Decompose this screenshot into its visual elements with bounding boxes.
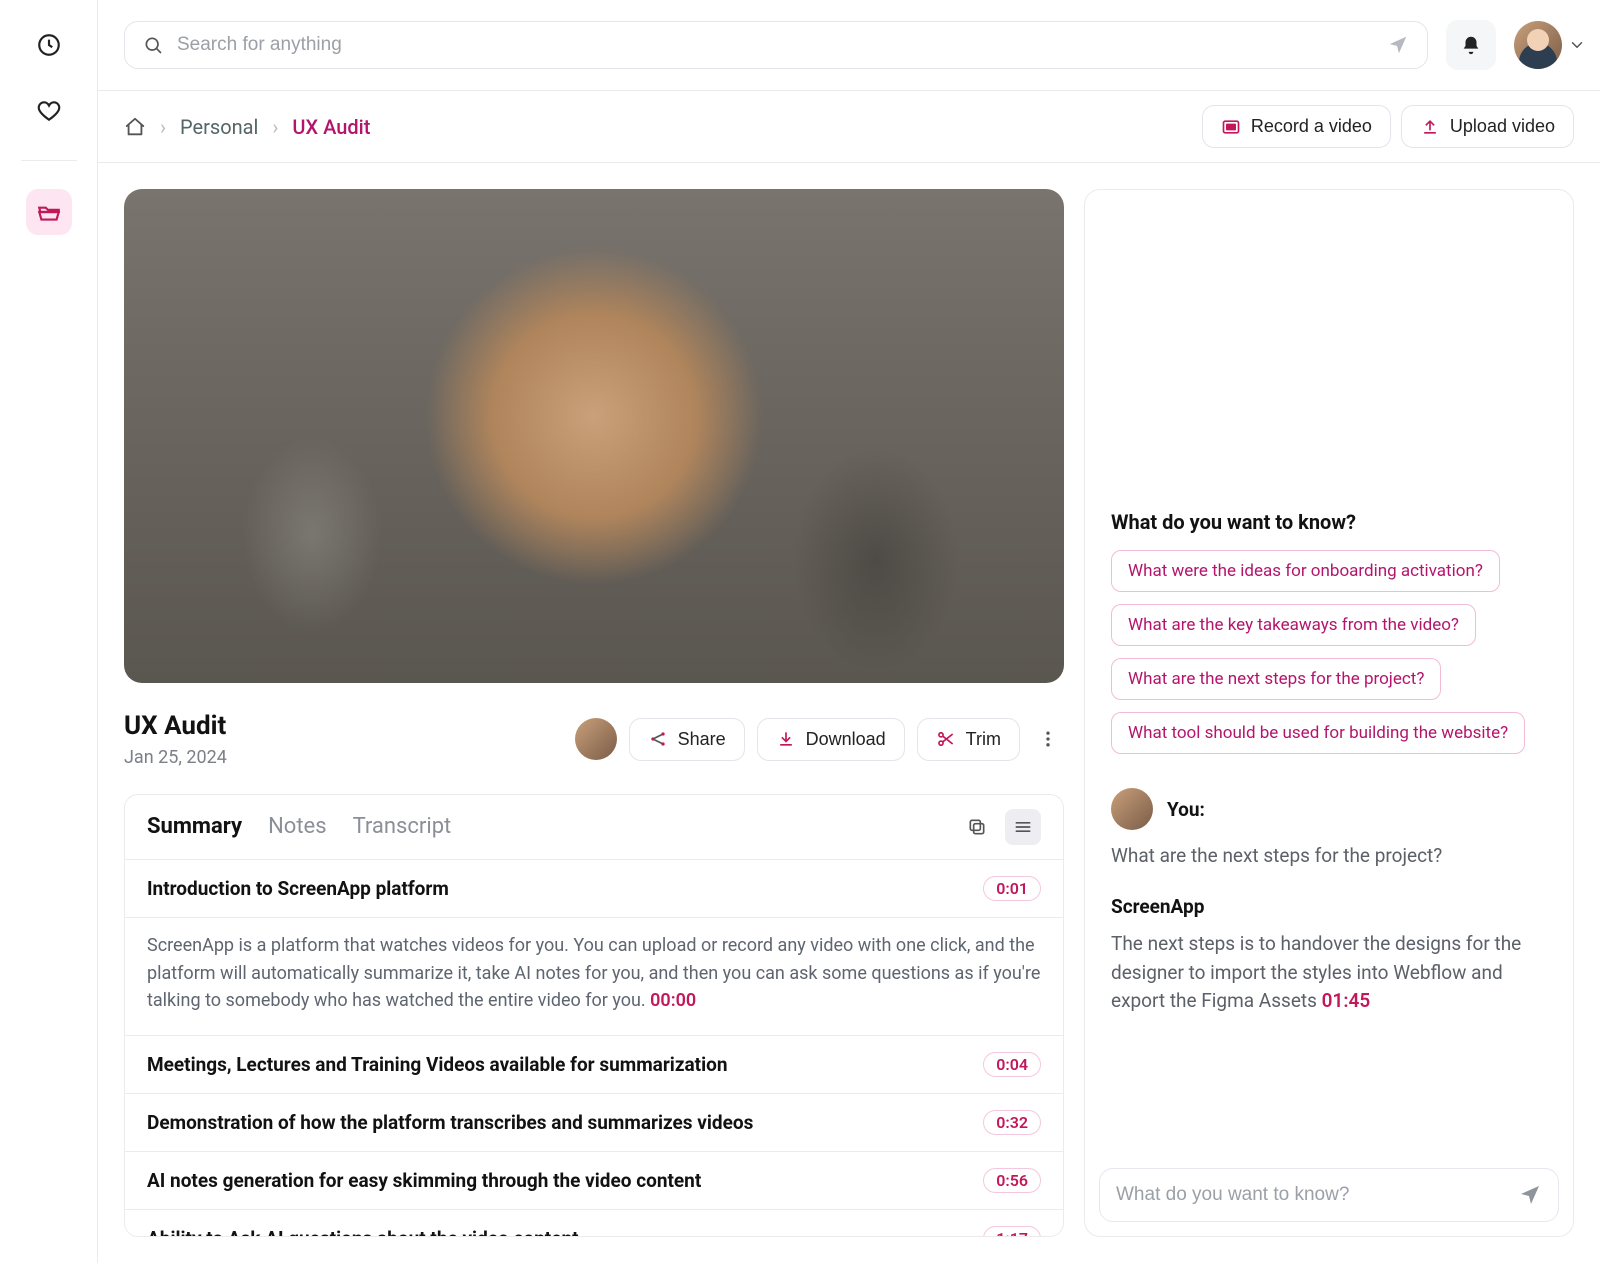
chevron-right-icon: › [272, 115, 278, 139]
notifications-button[interactable] [1446, 20, 1496, 70]
tab-transcript[interactable]: Transcript [353, 814, 452, 839]
send-icon[interactable] [1518, 1183, 1542, 1207]
breadcrumb: › Personal › UX Audit [124, 115, 370, 139]
details-card: Summary Notes Transcript [124, 794, 1064, 1237]
upload-video-button[interactable]: Upload video [1401, 105, 1574, 148]
summary-item[interactable]: Introduction to ScreenApp platform 0:01 [125, 860, 1063, 918]
summary-item-title: AI notes generation for easy skimming th… [147, 1169, 701, 1192]
summary-timestamp[interactable]: 0:04 [983, 1052, 1041, 1077]
summary-timestamp[interactable]: 1:17 [983, 1226, 1041, 1237]
breadcrumb-bar: › Personal › UX Audit Record a video Upl… [98, 91, 1600, 163]
chat-prompt-title: What do you want to know? [1111, 510, 1547, 534]
summary-timestamp[interactable]: 0:32 [983, 1110, 1041, 1135]
chat-assistant-name: ScreenApp [1111, 895, 1547, 918]
summary-item[interactable]: Demonstration of how the platform transc… [125, 1094, 1063, 1152]
scissors-icon [936, 729, 956, 749]
summary-body-timestamp[interactable]: 00:00 [650, 990, 696, 1011]
chat-suggestion[interactable]: What are the next steps for the project? [1111, 658, 1441, 700]
send-search-icon[interactable] [1387, 34, 1409, 56]
summary-item[interactable]: Meetings, Lectures and Training Videos a… [125, 1036, 1063, 1094]
user-menu[interactable] [1514, 21, 1586, 69]
chevron-right-icon: › [160, 115, 166, 139]
list-icon [1013, 817, 1033, 837]
share-label: Share [678, 729, 726, 750]
summary-item-title: Meetings, Lectures and Training Videos a… [147, 1053, 728, 1076]
more-options-button[interactable] [1032, 729, 1064, 749]
download-label: Download [806, 729, 886, 750]
summary-item-title: Ability to Ask AI questions about the vi… [147, 1227, 579, 1237]
download-icon [776, 729, 796, 749]
chevron-down-icon [1568, 36, 1586, 54]
chat-input[interactable] [1099, 1168, 1559, 1222]
chat-suggestion[interactable]: What are the key takeaways from the vide… [1111, 604, 1476, 646]
nav-library[interactable] [26, 189, 72, 235]
chat-suggestion[interactable]: What were the ideas for onboarding activ… [1111, 550, 1500, 592]
search-input[interactable] [177, 34, 1373, 56]
summary-item[interactable]: AI notes generation for easy skimming th… [125, 1152, 1063, 1210]
tab-summary[interactable]: Summary [147, 814, 242, 839]
home-icon[interactable] [124, 116, 146, 138]
summary-item-title: Introduction to ScreenApp platform [147, 877, 449, 900]
left-rail [0, 0, 98, 1263]
chat-user-avatar [1111, 788, 1153, 830]
video-date: Jan 25, 2024 [124, 747, 227, 768]
chat-user-message: What are the next steps for the project? [1111, 844, 1547, 867]
summary-item[interactable]: Ability to Ask AI questions about the vi… [125, 1210, 1063, 1237]
upload-video-label: Upload video [1450, 116, 1555, 137]
owner-avatar[interactable] [575, 718, 617, 760]
chat-assistant-text: The next steps is to handover the design… [1111, 932, 1521, 1012]
breadcrumb-personal[interactable]: Personal [180, 115, 258, 139]
tab-notes[interactable]: Notes [268, 814, 326, 839]
record-icon [1221, 117, 1241, 137]
chat-input-field[interactable] [1116, 1184, 1506, 1206]
summary-item-title: Demonstration of how the platform transc… [147, 1111, 753, 1134]
record-video-label: Record a video [1251, 116, 1372, 137]
share-icon [648, 729, 668, 749]
video-player[interactable] [124, 189, 1064, 683]
breadcrumb-current: UX Audit [292, 115, 370, 139]
chat-suggestion[interactable]: What tool should be used for building th… [1111, 712, 1525, 754]
chat-assistant-message: The next steps is to handover the design… [1111, 930, 1547, 1016]
summary-timestamp[interactable]: 0:56 [983, 1168, 1041, 1193]
record-video-button[interactable]: Record a video [1202, 105, 1391, 148]
search-field[interactable] [124, 21, 1428, 69]
chat-panel: What do you want to know? What were the … [1084, 189, 1574, 1237]
chat-user-label: You: [1167, 798, 1205, 821]
share-button[interactable]: Share [629, 718, 745, 761]
nav-favorites[interactable] [26, 88, 72, 134]
search-icon [143, 35, 163, 55]
copy-icon [967, 817, 987, 837]
view-toggle-button[interactable] [1005, 809, 1041, 845]
folder-open-icon [36, 199, 62, 225]
topbar [98, 0, 1600, 91]
more-vertical-icon [1038, 729, 1058, 749]
copy-button[interactable] [959, 809, 995, 845]
summary-item-body: ScreenApp is a platform that watches vid… [125, 918, 1063, 1037]
rail-divider [21, 160, 77, 161]
avatar [1514, 21, 1562, 69]
upload-icon [1420, 117, 1440, 137]
download-button[interactable]: Download [757, 718, 905, 761]
chat-assistant-timestamp[interactable]: 01:45 [1322, 989, 1371, 1012]
clock-icon [36, 32, 62, 58]
heart-icon [36, 98, 62, 124]
summary-timestamp[interactable]: 0:01 [983, 876, 1041, 901]
trim-button[interactable]: Trim [917, 718, 1020, 761]
nav-recent[interactable] [26, 22, 72, 68]
summary-body-text: ScreenApp is a platform that watches vid… [147, 935, 1040, 1012]
video-title: UX Audit [124, 711, 227, 741]
trim-label: Trim [966, 729, 1001, 750]
bell-icon [1460, 34, 1482, 56]
